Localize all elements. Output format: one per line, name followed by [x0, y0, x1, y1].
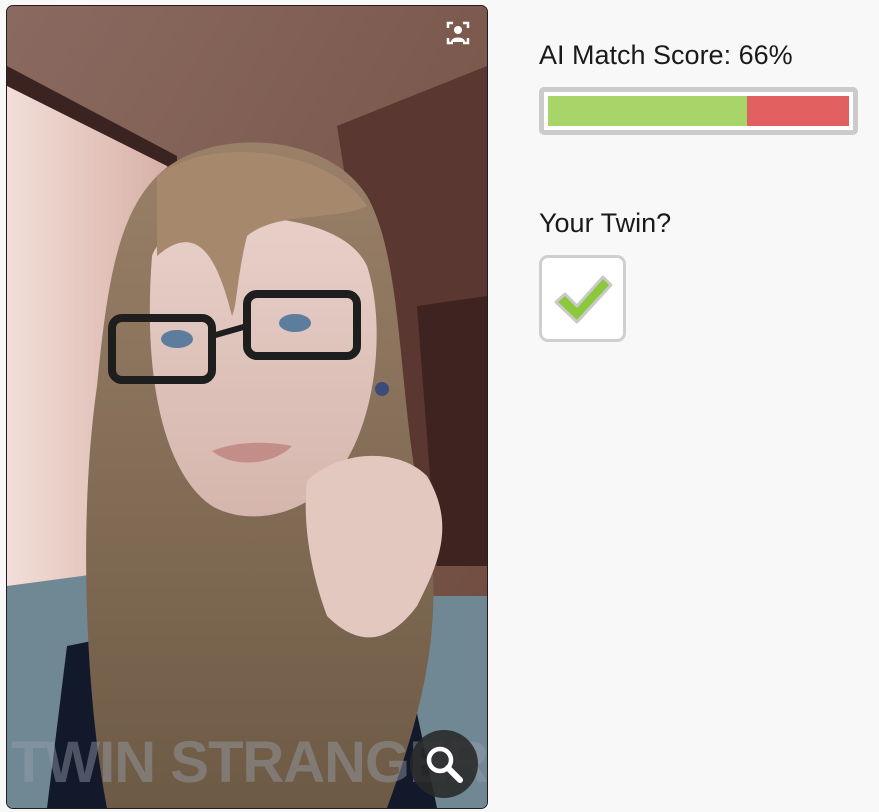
twin-checkbox[interactable] [539, 255, 626, 342]
match-score-track [548, 96, 849, 126]
user-photo-card[interactable]: TWIN STRANGERS [6, 5, 488, 809]
zoom-button[interactable] [410, 730, 478, 798]
match-score-bar [539, 87, 858, 135]
match-score-label: AI Match Score: 66% [539, 40, 793, 70]
user-photo [7, 6, 487, 808]
magnifier-icon [426, 746, 463, 783]
match-score-fill [548, 96, 747, 126]
face-detect-icon[interactable] [446, 21, 470, 45]
checkmark-icon [554, 275, 612, 323]
twin-question-label: Your Twin? [539, 208, 672, 238]
